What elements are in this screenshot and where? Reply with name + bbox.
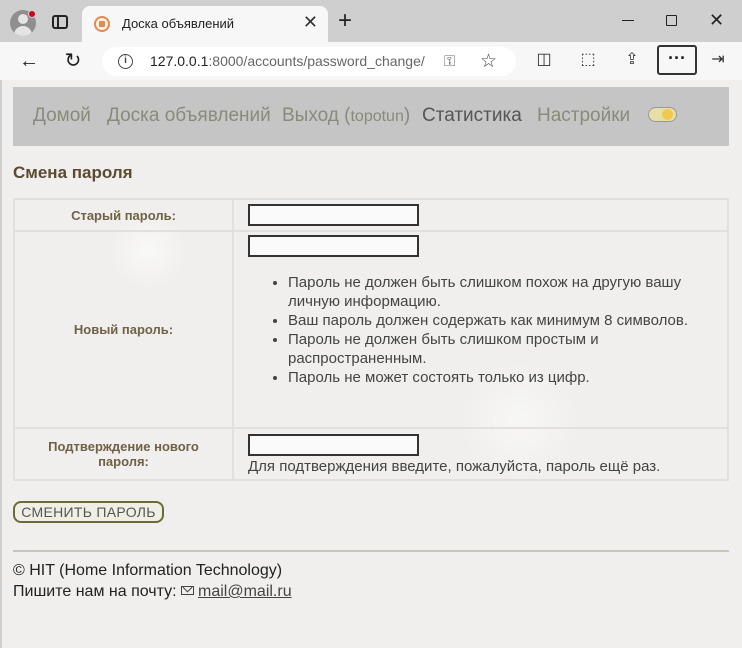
footer-mail-address: mail@mail.ru bbox=[198, 583, 292, 600]
logout-label: Выход ( bbox=[282, 105, 351, 126]
favorite-star-icon[interactable]: ☆ bbox=[480, 50, 497, 73]
password-hint: Ваш пароль должен содержать как минимум … bbox=[288, 311, 713, 330]
password-hint: Пароль не должен быть слишком похож на д… bbox=[288, 273, 713, 311]
browser-toolbar: ← ↻ i 127.0.0.1:8000/accounts/password_c… bbox=[0, 42, 742, 80]
new-password-label: Новый пароль: bbox=[13, 230, 234, 429]
nav-link-stats[interactable]: Статистика bbox=[422, 105, 522, 127]
old-password-label: Старый пароль: bbox=[13, 198, 234, 232]
url-text[interactable]: 127.0.0.1:8000/accounts/password_change/ bbox=[150, 53, 425, 69]
nav-link-settings[interactable]: Настройки bbox=[537, 105, 630, 127]
new-password-cell: Пароль не должен быть слишком похож на д… bbox=[232, 230, 729, 429]
tab-actions-icon[interactable] bbox=[52, 15, 68, 29]
window-close-icon[interactable]: ✕ bbox=[709, 9, 724, 31]
mail-icon bbox=[181, 586, 195, 595]
sidebar-toggle-icon[interactable]: ⇥ bbox=[706, 49, 730, 69]
url-host: 127.0.0.1 bbox=[150, 53, 209, 69]
password-hint: Пароль не должен быть слишком простым и … bbox=[288, 330, 713, 368]
logout-username: topotun bbox=[350, 108, 404, 125]
page-title: Смена пароля bbox=[13, 163, 133, 182]
url-path: :8000/accounts/password_change/ bbox=[208, 53, 425, 69]
browser-tab-bar: Доска объявлений ✕ + ✕ bbox=[0, 0, 742, 42]
confirm-password-row: Подтверждение нового пароля: Для подтвер… bbox=[13, 427, 729, 481]
confirm-password-label: Подтверждение нового пароля: bbox=[13, 427, 234, 481]
old-password-input[interactable] bbox=[248, 204, 419, 226]
confirm-password-cell: Для подтверждения введите, пожалуйста, п… bbox=[232, 427, 729, 481]
notification-dot-icon bbox=[28, 10, 36, 18]
old-password-row: Старый пароль: bbox=[13, 198, 729, 232]
nav-link-board[interactable]: Доска объявлений bbox=[107, 105, 271, 127]
password-change-form: Старый пароль: Новый пароль: Пароль не д… bbox=[13, 198, 729, 481]
password-hints-list: Пароль не должен быть слишком похож на д… bbox=[248, 273, 713, 387]
address-bar[interactable]: i 127.0.0.1:8000/accounts/password_chang… bbox=[102, 47, 516, 76]
change-password-button[interactable]: СМЕНИТЬ ПАРОЛЬ bbox=[13, 501, 164, 523]
password-key-icon[interactable]: ⚿ bbox=[444, 53, 455, 70]
site-navigation: Домой Доска объявлений Выход (topotun) С… bbox=[13, 87, 729, 146]
password-hint: Пароль не может состоять только из цифр. bbox=[288, 368, 713, 387]
split-screen-icon[interactable]: ◫ bbox=[532, 49, 556, 69]
confirm-password-input[interactable] bbox=[248, 433, 419, 456]
footer-mail-prefix: Пишите нам на почту: bbox=[13, 583, 182, 600]
footer-copyright: © HIT (Home Information Technology) bbox=[13, 562, 283, 579]
page-viewport: Домой Доска объявлений Выход (topotun) С… bbox=[0, 80, 742, 648]
tab-close-icon[interactable]: ✕ bbox=[303, 12, 318, 32]
site-info-icon[interactable]: i bbox=[118, 54, 133, 69]
footer-contact: Пишите нам на почту: mail@mail.ru bbox=[13, 583, 292, 601]
reload-icon[interactable]: ↻ bbox=[60, 48, 86, 74]
theme-toggle-icon[interactable] bbox=[648, 107, 677, 122]
old-password-cell bbox=[232, 198, 729, 232]
tab-title: Доска объявлений bbox=[122, 16, 235, 31]
browser-tab[interactable]: Доска объявлений ✕ bbox=[82, 6, 328, 42]
nav-link-logout[interactable]: Выход (topotun) bbox=[282, 105, 410, 127]
logout-label-close: ) bbox=[403, 105, 411, 126]
screenshot-icon[interactable]: ⬚ bbox=[576, 49, 600, 69]
maximize-icon[interactable] bbox=[666, 15, 677, 26]
footer-divider bbox=[13, 550, 729, 552]
more-menu-button[interactable]: ··· bbox=[657, 45, 697, 75]
favicon-icon bbox=[94, 16, 110, 32]
new-password-row: Новый пароль: Пароль не должен быть слиш… bbox=[13, 230, 729, 429]
confirm-help-text: Для подтверждения введите, пожалуйста, п… bbox=[248, 457, 661, 475]
footer-mail-link[interactable]: mail@mail.ru bbox=[181, 583, 292, 600]
back-icon[interactable]: ← bbox=[16, 48, 42, 74]
new-password-input[interactable] bbox=[248, 235, 419, 257]
nav-link-home[interactable]: Домой bbox=[33, 105, 91, 127]
new-tab-button[interactable]: + bbox=[338, 9, 352, 33]
share-icon[interactable]: ⇪ bbox=[620, 49, 644, 69]
minimize-icon[interactable] bbox=[622, 20, 634, 21]
